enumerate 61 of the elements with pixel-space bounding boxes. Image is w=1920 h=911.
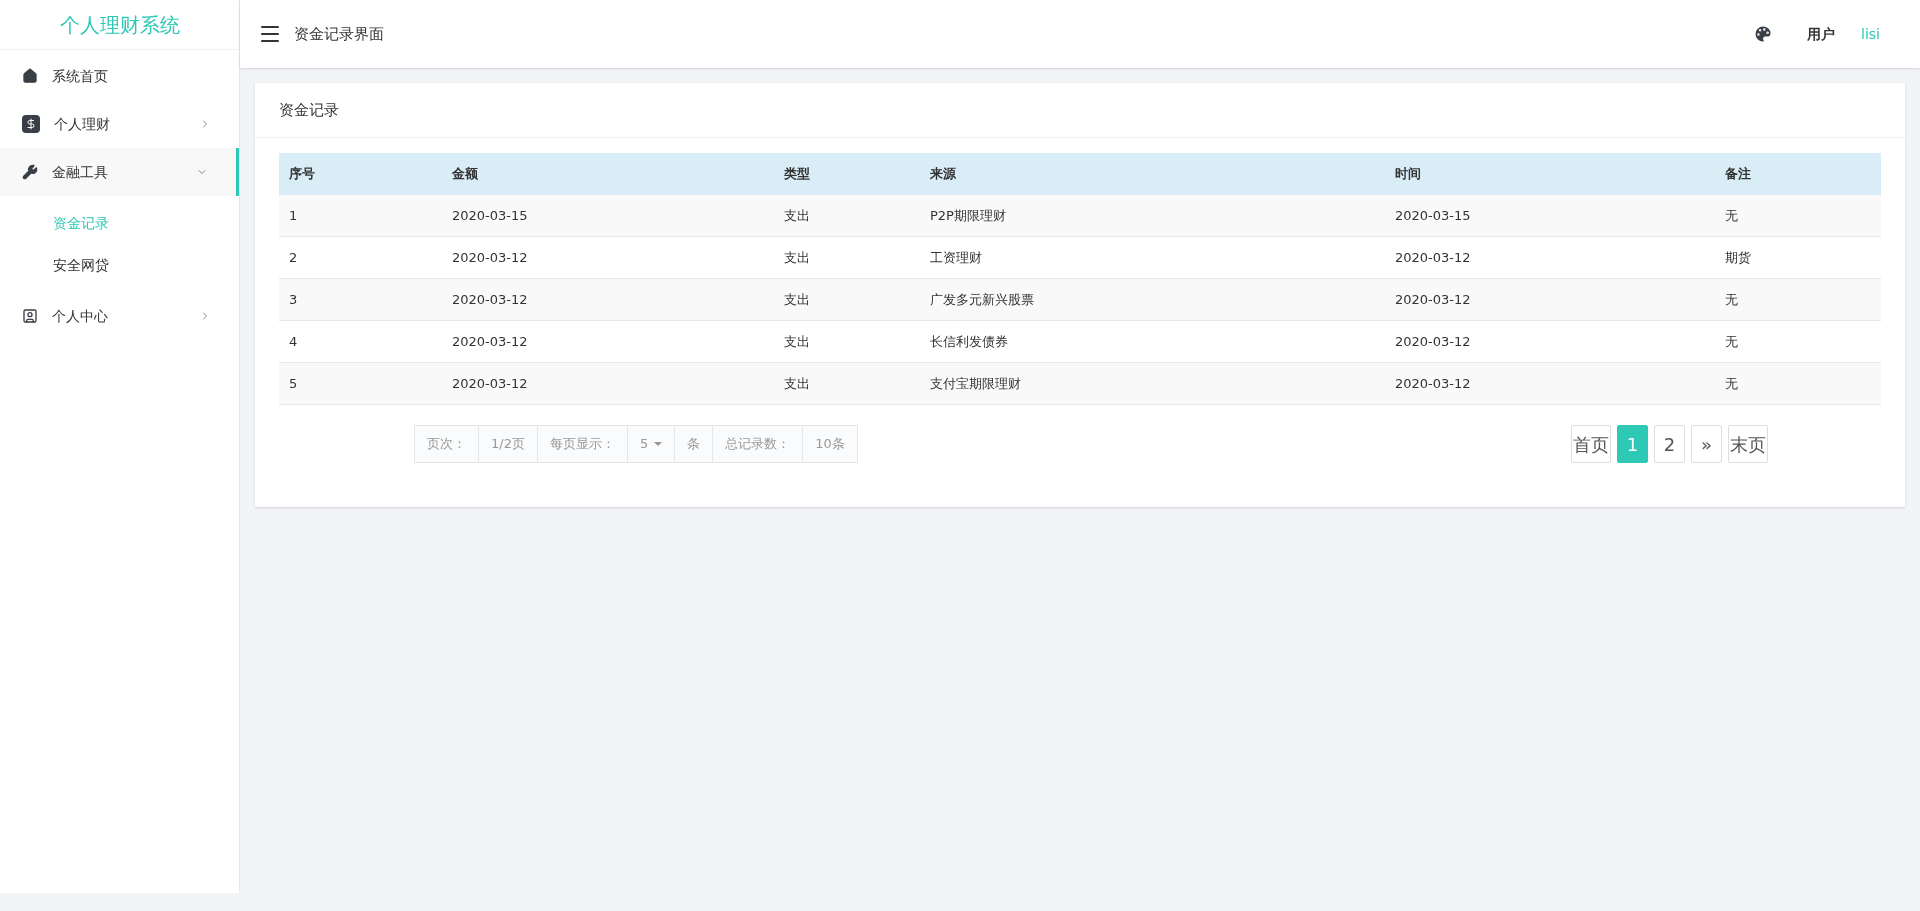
column-header: 金额: [452, 166, 478, 182]
column-header: 来源: [930, 166, 956, 182]
table-cell: 支出: [784, 291, 810, 307]
table-cell: 2020-03-12: [452, 333, 528, 349]
pager-info-text: 条: [675, 426, 714, 462]
app-title: 个人理财系统: [59, 11, 180, 39]
table-cell: 2: [289, 249, 298, 265]
table-cell: 2020-03-12: [1395, 291, 1471, 307]
page-button[interactable]: 末页: [1728, 425, 1768, 463]
table-cell: 支出: [784, 207, 810, 223]
sidebar-item[interactable]: 个人中心: [0, 292, 239, 340]
pager-info-text: 页次：: [415, 426, 479, 462]
page-title: 资金记录界面: [294, 23, 384, 45]
user-label: 用户: [1807, 24, 1836, 44]
page-button[interactable]: 首页: [1571, 425, 1611, 463]
dollar-icon: [22, 115, 40, 133]
column-header: 时间: [1395, 166, 1421, 182]
table-cell: 无: [1725, 207, 1738, 223]
table-cell: P2P期限理财: [930, 207, 1006, 223]
table-cell: 2020-03-15: [1395, 207, 1471, 223]
page-button[interactable]: 2: [1654, 425, 1685, 463]
palette-icon[interactable]: [1753, 24, 1774, 44]
table-cell: 2020-03-12: [1395, 333, 1471, 349]
column-header: 序号: [289, 166, 315, 182]
table-cell: 1: [289, 207, 298, 223]
page-button[interactable]: »: [1691, 425, 1722, 463]
table-cell: 支出: [784, 333, 810, 349]
table-cell: 无: [1725, 291, 1738, 307]
table-cell: 2020-03-12: [452, 291, 528, 307]
table-cell: 3: [289, 291, 298, 307]
table-cell: 支付宝期限理财: [930, 375, 1021, 391]
table-cell: 广发多元新兴股票: [930, 291, 1034, 307]
sidebar-item[interactable]: 个人理财: [0, 100, 239, 148]
pager-info-text: 10条: [803, 426, 857, 462]
table-cell: 工资理财: [930, 249, 982, 265]
submenu-item[interactable]: 安全网贷: [0, 244, 239, 286]
column-header: 备注: [1725, 166, 1751, 182]
card-title: 资金记录: [279, 99, 339, 121]
table-cell: 2020-03-12: [452, 249, 528, 265]
table-cell: 支出: [784, 249, 810, 265]
table-cell: 5: [289, 375, 298, 391]
caret-icon: [654, 442, 663, 446]
table-cell: 2020-03-12: [1395, 249, 1471, 265]
sidebar-item[interactable]: 金融工具: [0, 148, 239, 196]
table-cell: 长信利发债券: [930, 333, 1008, 349]
table-cell: 无: [1725, 333, 1738, 349]
table-cell: 4: [289, 333, 298, 349]
table-cell: 2020-03-12: [452, 375, 528, 391]
table-cell: 期货: [1725, 249, 1751, 265]
table-cell: 2020-03-12: [1395, 375, 1471, 391]
sidebar-item[interactable]: 系统首页: [0, 52, 239, 100]
table-cell: 2020-03-15: [452, 207, 528, 223]
table-cell: 支出: [784, 375, 810, 391]
pager-info-text: 每页显示：: [537, 426, 628, 462]
wrench-icon: [22, 164, 38, 180]
home-icon: [22, 68, 38, 84]
column-header: 类型: [784, 166, 810, 182]
pager-info-text: 1/2页: [479, 426, 538, 462]
table-cell: 无: [1725, 375, 1738, 391]
user-card-icon: [22, 308, 38, 324]
pager-info-text: 总记录数：: [713, 426, 804, 462]
